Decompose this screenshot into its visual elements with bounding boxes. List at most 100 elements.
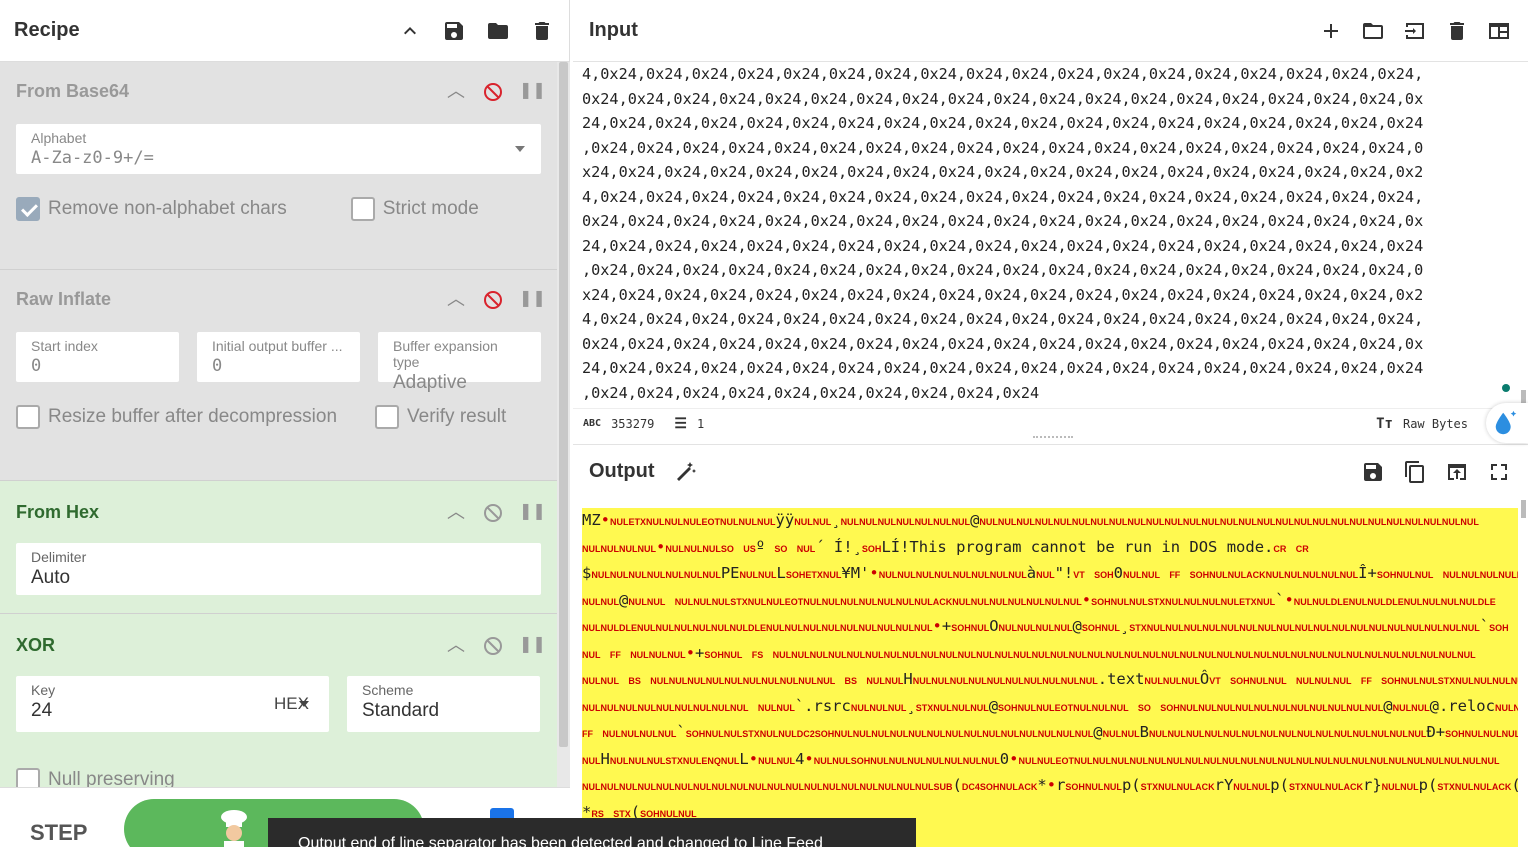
output-line: FF NULNULNULNUL`SOHNULNULSTXNULNULDC2SOH… — [582, 723, 1518, 741]
recipe-pane: Recipe From Base64 ︿ ❚❚ Alphabet A-Za-z0… — [0, 0, 570, 847]
open-file-input-icon[interactable] — [1402, 18, 1428, 44]
input-line: 24,0x24,0x24,0x24,0x24,0x24,0x24,0x24,0x… — [582, 359, 1424, 377]
open-folder-icon[interactable] — [1360, 18, 1386, 44]
field-label: Start index — [31, 338, 98, 354]
save-recipe-icon[interactable] — [441, 18, 467, 44]
collapse-chevron-icon[interactable] — [397, 18, 423, 44]
field-label: Initial output buffer ... — [212, 338, 343, 354]
pane-resize-handle[interactable] — [1033, 436, 1073, 440]
maximize-output-icon[interactable] — [1486, 459, 1512, 485]
field-value: 0 — [31, 356, 42, 376]
breakpoint-pause-icon[interactable]: ❚❚ — [519, 636, 546, 654]
buffer-expansion-select[interactable]: Buffer expansion type Adaptive — [378, 332, 541, 393]
op-from-hex[interactable]: From Hex ︿ ❚❚ Delimiter Auto — [0, 481, 557, 614]
recipe-title: Recipe — [14, 19, 80, 41]
replace-input-with-output-icon[interactable] — [1444, 459, 1470, 485]
alphabet-select[interactable]: Alphabet A-Za-z0-9+/= — [16, 124, 541, 174]
checkbox-icon — [16, 405, 40, 429]
input-textarea[interactable]: 4,0x24,0x24,0x24,0x24,0x24,0x24,0x24,0x2… — [573, 62, 1518, 408]
output-line: NUL FF NULNULNUL•+SOHNUL FS NULNULNULNUL… — [582, 643, 1476, 662]
input-line: x24,0x24,0x24,0x24,0x24,0x24,0x24,0x24,0… — [582, 163, 1424, 181]
reset-layout-icon[interactable] — [1486, 18, 1512, 44]
eol-toast-notification: Output end of line separator has been de… — [268, 818, 916, 847]
verify-result-checkbox[interactable]: Verify result — [375, 405, 506, 429]
input-line: 0x24,0x24,0x24,0x24,0x24,0x24,0x24,0x24,… — [582, 89, 1424, 108]
checkbox-label: Null preserving — [48, 769, 175, 787]
dropdown-caret-icon — [299, 701, 309, 707]
remove-non-alphabet-checkbox[interactable]: Remove non-alphabet chars — [16, 197, 287, 221]
add-tab-plus-icon[interactable] — [1318, 18, 1344, 44]
chevron-up-icon[interactable]: ︿ — [447, 636, 465, 654]
checkbox-label: Strict mode — [382, 198, 479, 219]
input-scrollbar[interactable] — [1518, 62, 1528, 408]
dropdown-caret-icon — [515, 146, 525, 152]
checkbox-icon — [16, 768, 40, 787]
breakpoint-pause-icon[interactable]: ❚❚ — [519, 290, 546, 308]
disable-op-icon[interactable] — [483, 82, 502, 101]
input-line: ,0x24,0x24,0x24,0x24,0x24,0x24,0x24,0x24… — [582, 138, 1424, 157]
recipe-header: Recipe — [0, 0, 569, 62]
field-value: A-Za-z0-9+/= — [31, 148, 154, 168]
save-output-icon[interactable] — [1360, 459, 1386, 485]
input-encoding[interactable]: Raw Bytes — [1403, 417, 1468, 431]
field-label: Scheme — [362, 682, 414, 698]
op-from-base64[interactable]: From Base64 ︿ ❚❚ Alphabet A-Za-z0-9+/= R… — [0, 62, 557, 270]
op-title: Raw Inflate — [16, 288, 112, 309]
chevron-up-icon[interactable]: ︿ — [447, 503, 465, 521]
field-label: Delimiter — [31, 549, 87, 565]
clear-recipe-trash-icon[interactable] — [529, 18, 555, 44]
input-line: 24,0x24,0x24,0x24,0x24,0x24,0x24,0x24,0x… — [582, 114, 1424, 132]
xor-key-input[interactable]: Key 24 HEX — [16, 676, 329, 732]
input-line: ,0x24,0x24,0x24,0x24,0x24,0x24,0x24,0x24… — [582, 261, 1424, 279]
breakpoint-pause-icon[interactable]: ❚❚ — [519, 82, 546, 100]
checkbox-label: Remove non-alphabet chars — [48, 198, 287, 219]
magic-wand-icon[interactable] — [673, 459, 699, 485]
output-line: NULNULNULNULNULNULNULNULNUL NULNUL`.rsrc… — [582, 696, 1518, 715]
input-line: 0x24,0x24,0x24,0x24,0x24,0x24,0x24,0x24,… — [582, 334, 1424, 353]
field-value: 0 — [212, 356, 223, 376]
text-encoding-icon[interactable]: Tт — [1376, 416, 1393, 432]
options-droplet-tab[interactable] — [1486, 403, 1528, 443]
checkbox-label: Resize buffer after decompression — [48, 406, 338, 427]
checkbox-label: Verify result — [407, 406, 507, 427]
output-line: NULNULDLENULNULNULNULNULNULDLENULNULNULN… — [582, 617, 1509, 635]
start-index-input[interactable]: Start index 0 — [16, 332, 179, 382]
breakpoint-pause-icon[interactable]: ❚❚ — [519, 503, 546, 521]
initial-output-buffer-input[interactable]: Initial output buffer ... 0 — [197, 332, 360, 382]
recipe-scrollbar[interactable] — [557, 62, 570, 787]
input-length: 353279 — [611, 416, 655, 431]
output-header: Output — [573, 444, 1528, 498]
output-line: $NULNULNULNULNULNULNULPENULNULLSOHETXNUL… — [582, 564, 1518, 582]
checkbox-checked-icon — [16, 197, 40, 221]
step-button[interactable]: STEP — [30, 820, 87, 846]
checkbox-icon — [350, 197, 375, 221]
op-xor[interactable]: XOR ︿ ❚❚ Key 24 HEX Scheme Standard Null… — [0, 614, 557, 787]
op-title: From Base64 — [16, 80, 130, 101]
chevron-up-icon[interactable]: ︿ — [447, 290, 465, 308]
load-recipe-folder-icon[interactable] — [485, 18, 511, 44]
output-line: NULNULNULNULNULNULNULNULNULNULNULNULNULN… — [582, 776, 1518, 794]
disable-op-icon[interactable] — [483, 636, 502, 655]
field-label: Key — [31, 682, 56, 698]
clear-input-trash-icon[interactable] — [1444, 18, 1470, 44]
field-value: 24 — [31, 700, 53, 721]
copy-output-icon[interactable] — [1402, 459, 1428, 485]
output-text[interactable]: MZ•NULETXNULNULNULEOTNULNULNULÿÿNULNUL¸N… — [582, 508, 1518, 847]
disable-op-icon[interactable] — [483, 503, 502, 522]
strict-mode-checkbox[interactable]: Strict mode — [350, 197, 479, 221]
op-raw-inflate[interactable]: Raw Inflate ︿ ❚❚ Start index 0 Initial o… — [0, 270, 557, 481]
output-scrollbar[interactable] — [1519, 498, 1528, 847]
input-line: 4,0x24,0x24,0x24,0x24,0x24,0x24,0x24,0x2… — [582, 310, 1424, 328]
cyberchef-app: Recipe From Base64 ︿ ❚❚ Alphabet A-Za-z0… — [0, 0, 1528, 847]
output-area[interactable]: MZ•NULETXNULNULNULEOTNULNULNULÿÿNULNUL¸N… — [573, 498, 1528, 847]
disable-op-icon[interactable] — [483, 290, 502, 309]
delimiter-select[interactable]: Delimiter Auto — [16, 543, 541, 595]
input-line: 0x24,0x24,0x24,0x24,0x24,0x24,0x24,0x24,… — [582, 212, 1424, 230]
field-value: Standard — [362, 700, 440, 721]
xor-scheme-select[interactable]: Scheme Standard — [347, 676, 540, 732]
recipe-operations-list: From Base64 ︿ ❚❚ Alphabet A-Za-z0-9+/= R… — [0, 62, 557, 787]
checkbox-icon — [375, 405, 400, 429]
null-preserving-checkbox[interactable]: Null preserving — [16, 768, 175, 787]
chevron-up-icon[interactable]: ︿ — [447, 82, 465, 100]
resize-buffer-checkbox[interactable]: Resize buffer after decompression — [16, 405, 337, 429]
